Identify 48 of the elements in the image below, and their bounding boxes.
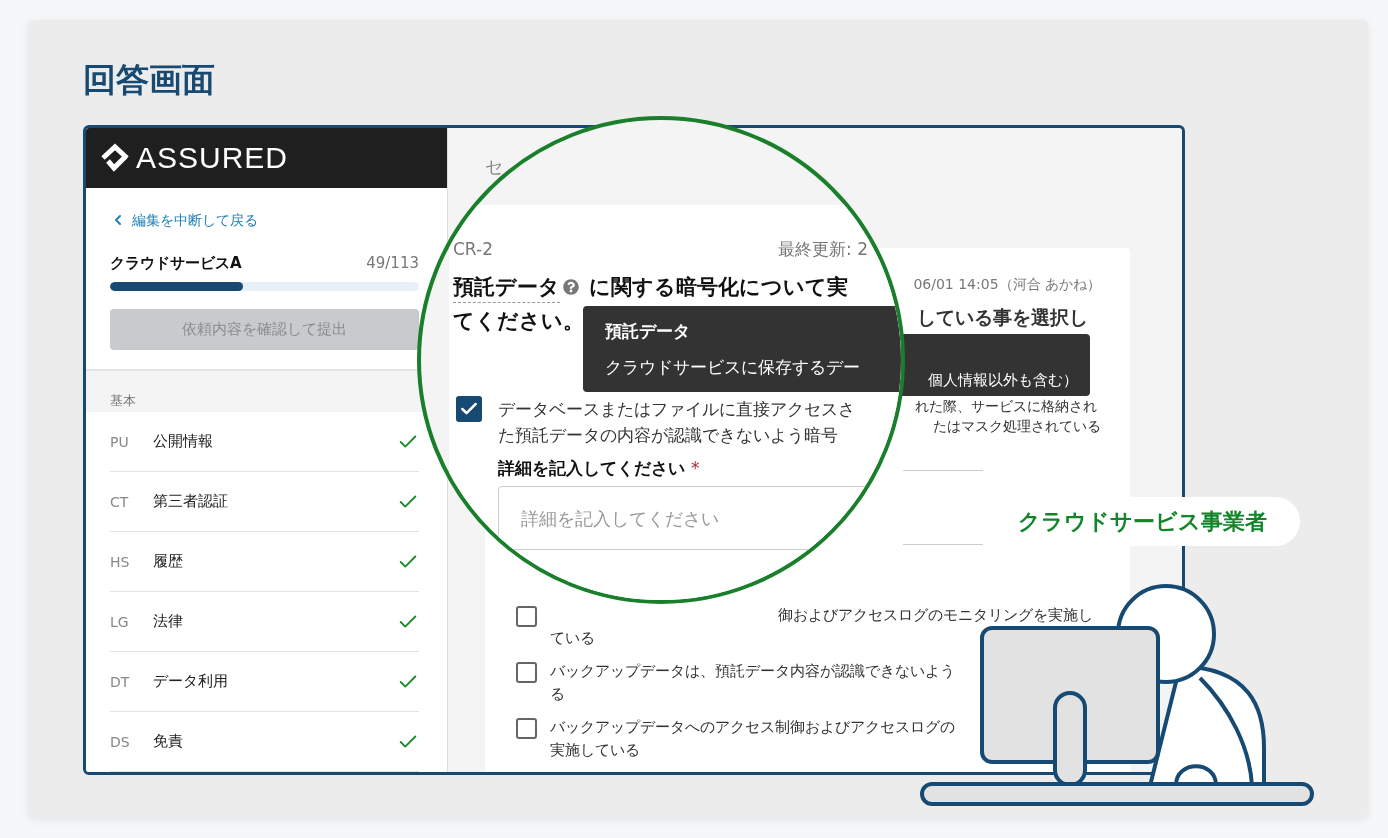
glossary-term[interactable]: 預託データ bbox=[453, 271, 560, 303]
page-heading: 回答画面 bbox=[83, 60, 216, 100]
option-text: 御およびアクセスログのモニタリングを実施し bbox=[777, 605, 1093, 626]
checkbox[interactable] bbox=[456, 396, 482, 422]
last-updated: 最終更新: 2 bbox=[778, 238, 868, 260]
logo-text: ASSURED bbox=[136, 141, 289, 176]
option-text: る bbox=[550, 684, 566, 705]
role-label-text: クラウドサービス事業者 bbox=[1018, 507, 1267, 536]
option-text: ている bbox=[550, 628, 596, 649]
category-label[interactable]: 免責 bbox=[153, 732, 397, 751]
help-icon[interactable] bbox=[563, 279, 579, 295]
back-link[interactable]: 編集を中断して戻る bbox=[110, 211, 258, 230]
question-title: に関する暗号化について実 bbox=[589, 274, 848, 301]
checkbox[interactable] bbox=[516, 606, 537, 627]
category-code: LG bbox=[110, 613, 130, 630]
tooltip-text: クラウドサービスに保存するデー bbox=[605, 356, 861, 378]
question-id: CR-2 bbox=[453, 238, 494, 260]
option-text: た預託データの内容が認識できないよう暗号 bbox=[498, 424, 839, 447]
project-name: クラウドサービスA bbox=[110, 254, 242, 273]
section-label: 基本 bbox=[110, 393, 136, 409]
category-label[interactable]: データ利用 bbox=[153, 672, 397, 691]
checkbox[interactable] bbox=[516, 662, 537, 683]
progress-count: 49/113 bbox=[366, 254, 419, 273]
checkbox[interactable] bbox=[516, 718, 537, 739]
category-label[interactable]: 公開情報 bbox=[153, 432, 397, 451]
category-label[interactable]: 法律 bbox=[153, 612, 397, 631]
category-label[interactable]: 履歴 bbox=[153, 552, 397, 571]
logo-icon bbox=[100, 143, 130, 174]
category-code: HS bbox=[110, 553, 131, 570]
category-code: CT bbox=[110, 493, 130, 510]
option-text: 実施している bbox=[550, 740, 641, 761]
category-code: DS bbox=[110, 733, 131, 750]
tooltip-text: 個人情報以外も含む） bbox=[928, 371, 1078, 390]
tooltip-title: 預託データ bbox=[605, 320, 691, 342]
category-code: DT bbox=[110, 673, 131, 690]
option-text: バックアップデータは、預託データ内容が認識できないよう bbox=[550, 661, 956, 682]
page-title: セ bbox=[485, 156, 504, 178]
last-updated: 06/01 14:05（河合 あかね） bbox=[913, 275, 1101, 294]
category-label[interactable]: 第三者認証 bbox=[153, 492, 397, 511]
question-title: てください。 bbox=[453, 308, 584, 335]
option-text: れた際、サービスに格納され bbox=[915, 397, 1097, 416]
option-text: バックアップデータへのアクセス制御およびアクセスログの bbox=[550, 717, 956, 738]
category-code: PU bbox=[110, 433, 130, 450]
field-label: 詳細を記入してください * bbox=[498, 457, 701, 480]
text-field[interactable] bbox=[903, 470, 983, 545]
option-text: データベースまたはファイルに直接アクセスさ bbox=[498, 398, 856, 421]
option-text: たはマスク処理されている bbox=[933, 417, 1101, 436]
question-title: している事を選択し bbox=[917, 305, 1088, 330]
